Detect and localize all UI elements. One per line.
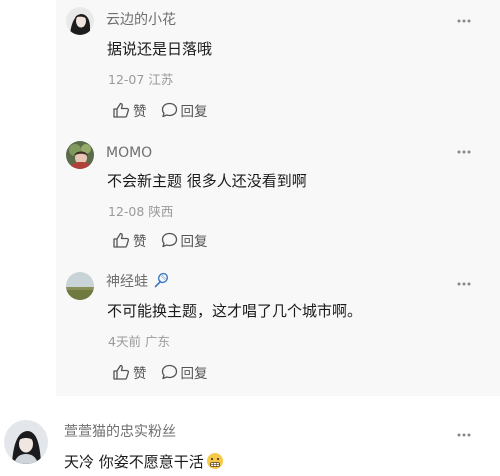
reply-button[interactable]: 回复 xyxy=(161,362,208,382)
comment-text: 据说还是日落哦 xyxy=(107,40,213,58)
comment-text: 不会新主题 很多人还没看到啊 xyxy=(107,172,307,190)
comment-text-body: 天冷 你姿不愿意干活 xyxy=(64,453,204,471)
reply-label: 回复 xyxy=(180,234,208,250)
comment-location: 广东 xyxy=(144,334,170,349)
like-label: 赞 xyxy=(133,104,147,120)
comment-username[interactable]: 云边的小花 xyxy=(106,11,176,29)
like-label: 赞 xyxy=(133,366,147,382)
comment-location: 江苏 xyxy=(148,72,174,87)
comment-date: 12-07 xyxy=(108,72,145,87)
thumbs-up-icon xyxy=(112,232,133,248)
avatar[interactable] xyxy=(66,272,94,300)
comment-actions: 赞 回复 xyxy=(112,362,208,382)
comment-text: 天冷 你姿不愿意干活 xyxy=(64,452,224,475)
more-dots-icon[interactable] xyxy=(456,144,472,160)
avatar[interactable] xyxy=(4,420,48,464)
reply-button[interactable]: 回复 xyxy=(161,230,208,250)
comment-username[interactable]: 神经蛙 xyxy=(106,272,169,293)
like-button[interactable]: 赞 xyxy=(112,100,147,120)
comment-text: 不可能换主题，这才唱了几个城市啊。 xyxy=(107,302,363,320)
more-dots-icon[interactable] xyxy=(456,13,472,29)
comment-date: 12-08 xyxy=(108,204,145,219)
comment-meta: 12-08 陕西 xyxy=(108,204,173,220)
like-label: 赞 xyxy=(133,234,147,250)
comment-actions: 赞 回复 xyxy=(112,230,208,250)
speech-bubble-icon xyxy=(161,364,181,380)
grimacing-emoji-icon xyxy=(206,452,224,475)
avatar[interactable] xyxy=(66,7,94,35)
reply-label: 回复 xyxy=(180,104,208,120)
comment-username[interactable]: MOMO xyxy=(106,144,152,162)
like-button[interactable]: 赞 xyxy=(112,362,147,382)
comment-username[interactable]: 萱萱猫的忠实粉丝 xyxy=(64,423,176,441)
thumbs-up-icon xyxy=(112,364,133,380)
reply-label: 回复 xyxy=(180,366,208,382)
comment-actions: 赞 回复 xyxy=(112,100,208,120)
reply-button[interactable]: 回复 xyxy=(161,100,208,120)
comment-meta: 4天前 广东 xyxy=(108,334,170,350)
comment-date: 4天前 xyxy=(108,334,141,349)
comment-meta: 12-07 江苏 xyxy=(108,72,173,88)
thumbs-up-icon xyxy=(112,102,133,118)
speech-bubble-icon xyxy=(161,102,181,118)
speech-bubble-icon xyxy=(161,232,181,248)
username-text: 神经蛙 xyxy=(106,274,148,290)
avatar[interactable] xyxy=(66,141,94,169)
more-dots-icon[interactable] xyxy=(456,427,472,443)
racket-badge-icon xyxy=(153,272,169,293)
comment-location: 陕西 xyxy=(148,204,174,219)
like-button[interactable]: 赞 xyxy=(112,230,147,250)
more-dots-icon[interactable] xyxy=(456,276,472,292)
